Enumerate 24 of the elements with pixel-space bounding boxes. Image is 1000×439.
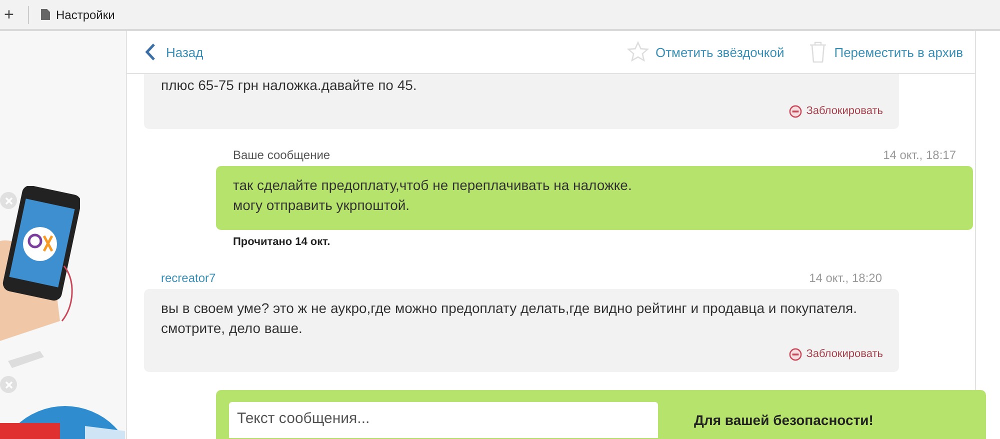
message-bubble: так сделайте предоплату,чтоб не переплачивать на наложке. могу отправить укрпоштой. xyxy=(216,166,973,230)
back-link[interactable]: Назад xyxy=(166,44,204,60)
trash-icon xyxy=(808,41,828,63)
message-time: 14 окт., 18:20 xyxy=(809,271,882,285)
block-icon xyxy=(789,104,802,118)
block-link[interactable]: Заблокировать xyxy=(806,101,883,121)
message-bubble: вы в своем уме? это ж не аукро,где можно предоплату делать,где видно рейтинг и продавца и покупателя. смотрите, дело ваше. Заблокировать xyxy=(144,289,899,372)
block-link[interactable]: Заблокировать xyxy=(806,344,883,364)
star-icon xyxy=(627,41,650,63)
new-tab-button[interactable]: + xyxy=(1,4,17,24)
author-label: Ваше сообщение xyxy=(233,148,330,162)
sender-name[interactable]: recreator7 xyxy=(161,271,216,285)
archive-link[interactable]: Переместить в архив xyxy=(834,44,963,60)
close-icon[interactable] xyxy=(0,376,17,393)
message-time: 14 окт., 18:17 xyxy=(883,148,956,162)
message-bubble: плюс 65-75 грн наложка.давайте по 45. Заблокировать xyxy=(144,74,899,129)
document-icon xyxy=(41,9,50,20)
star-link[interactable]: Отметить звёздочкой xyxy=(655,44,784,60)
block-icon xyxy=(789,348,802,360)
safety-notice-title: Для вашей безопасности! xyxy=(694,412,874,430)
close-icon[interactable] xyxy=(0,192,17,209)
read-status: Прочитано 14 окт. xyxy=(232,235,332,250)
bookmark-link[interactable]: Настройки xyxy=(56,8,115,22)
message-input[interactable]: Текст сообщения... xyxy=(229,402,658,438)
